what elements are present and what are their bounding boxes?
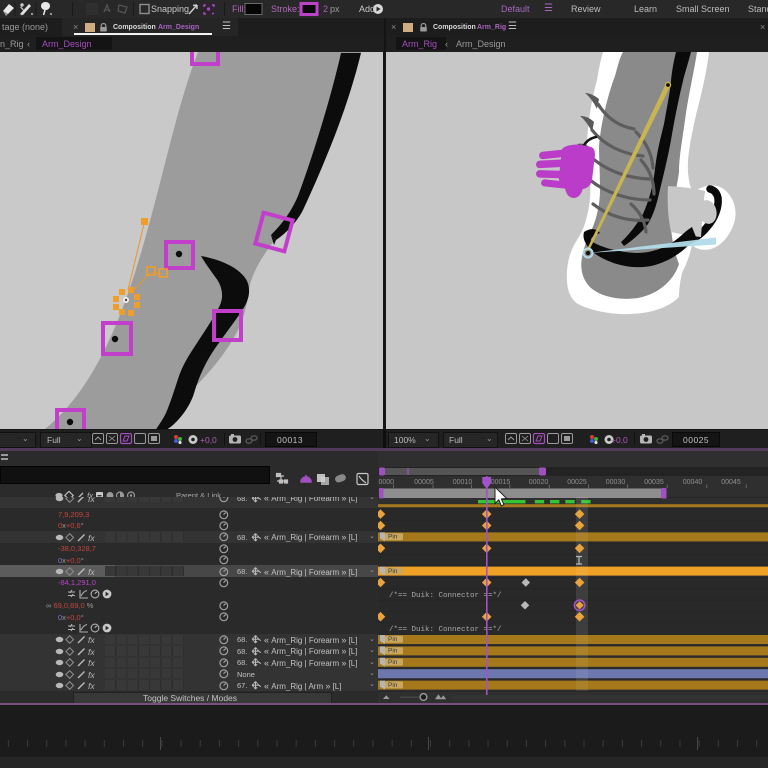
svg-text:00035: 00035 xyxy=(644,479,664,486)
svg-text:fx: fx xyxy=(88,567,95,576)
svg-text:fx: fx xyxy=(88,533,95,542)
svg-text:Pin: Pin xyxy=(388,534,398,541)
svg-text:/*== Duik: Connector ==*/: /*== Duik: Connector ==*/ xyxy=(389,592,502,600)
svg-text:Pin: Pin xyxy=(388,659,398,666)
svg-text:00030: 00030 xyxy=(606,479,626,486)
svg-text:00025: 00025 xyxy=(567,479,587,486)
svg-text:fx: fx xyxy=(88,658,95,667)
svg-text:Pin: Pin xyxy=(388,648,398,655)
svg-text:0000: 0000 xyxy=(379,479,395,486)
svg-text:fx: fx xyxy=(88,647,95,656)
svg-text:fx: fx xyxy=(88,670,95,679)
svg-text:00020: 00020 xyxy=(529,479,549,486)
svg-text:00015: 00015 xyxy=(491,479,511,486)
svg-text:00005: 00005 xyxy=(414,479,434,486)
svg-text:00045: 00045 xyxy=(721,479,741,486)
svg-text:Pin: Pin xyxy=(388,636,398,643)
svg-text:00010: 00010 xyxy=(453,479,473,486)
svg-text:Pin: Pin xyxy=(388,682,398,689)
svg-text:00040: 00040 xyxy=(683,479,703,486)
svg-text:fx: fx xyxy=(88,681,95,690)
svg-text:fx: fx xyxy=(88,497,95,503)
svg-text:Pin: Pin xyxy=(388,568,398,575)
svg-text:fx: fx xyxy=(88,635,95,644)
svg-text:/*== Duik: Connector ==*/: /*== Duik: Connector ==*/ xyxy=(389,626,502,634)
